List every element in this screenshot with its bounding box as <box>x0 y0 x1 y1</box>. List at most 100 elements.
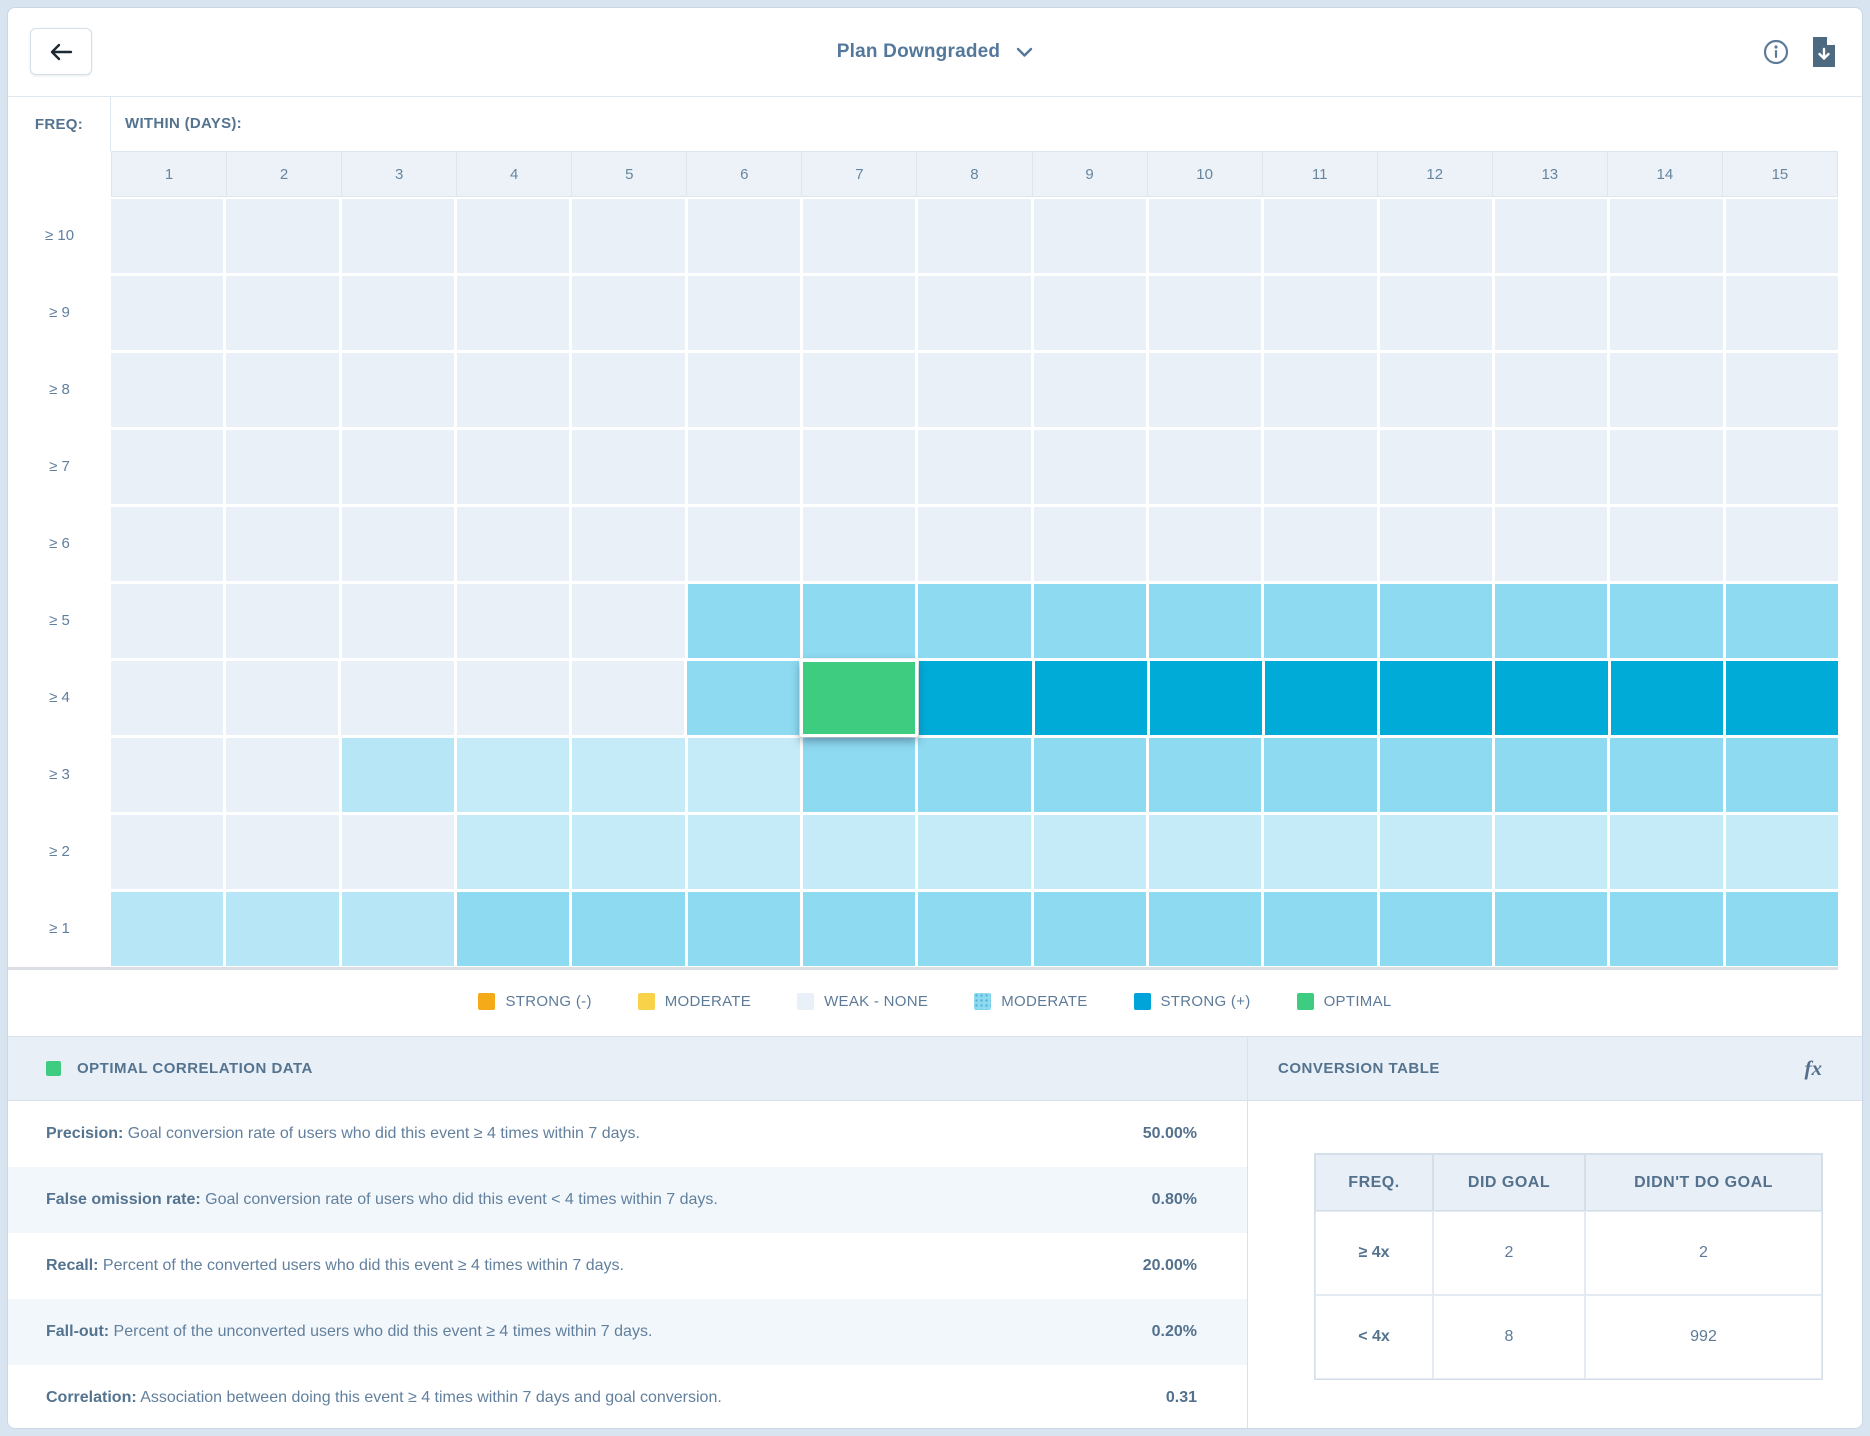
heatmap-cell[interactable] <box>1495 199 1607 273</box>
heatmap-cell[interactable] <box>803 353 915 427</box>
heatmap-cell[interactable] <box>918 430 1030 504</box>
heatmap-cell[interactable] <box>457 815 569 889</box>
heatmap-cell[interactable] <box>457 892 569 966</box>
heatmap-cell[interactable] <box>457 276 569 350</box>
heatmap-cell[interactable] <box>688 353 800 427</box>
heatmap-cell[interactable] <box>1264 892 1376 966</box>
heatmap-cell[interactable] <box>457 738 569 812</box>
heatmap-cell[interactable] <box>226 199 338 273</box>
download-icon[interactable] <box>1811 37 1836 67</box>
heatmap-cell[interactable] <box>1035 661 1147 735</box>
heatmap-cell[interactable] <box>111 353 223 427</box>
heatmap-cell[interactable] <box>1495 353 1607 427</box>
heatmap-cell[interactable] <box>1264 815 1376 889</box>
heatmap-cell[interactable] <box>1149 430 1261 504</box>
heatmap-cell[interactable] <box>1149 507 1261 581</box>
heatmap-cell[interactable] <box>1264 584 1376 658</box>
heatmap-cell[interactable] <box>1610 738 1722 812</box>
heatmap-cell[interactable] <box>1495 892 1607 966</box>
heatmap-cell[interactable] <box>1149 738 1261 812</box>
heatmap-cell[interactable] <box>111 661 223 735</box>
heatmap-cell[interactable] <box>572 738 684 812</box>
heatmap-cell[interactable] <box>342 892 454 966</box>
heatmap-cell[interactable] <box>1610 584 1722 658</box>
heatmap-cell[interactable] <box>1380 353 1492 427</box>
heatmap-cell[interactable] <box>226 430 338 504</box>
heatmap-cell[interactable] <box>342 276 454 350</box>
heatmap-cell[interactable] <box>1150 661 1262 735</box>
heatmap-cell[interactable] <box>111 738 223 812</box>
heatmap-cell[interactable] <box>688 892 800 966</box>
heatmap-cell[interactable] <box>918 199 1030 273</box>
heatmap-cell[interactable] <box>1380 276 1492 350</box>
heatmap-cell[interactable] <box>1495 584 1607 658</box>
heatmap-cell[interactable] <box>111 199 223 273</box>
heatmap-cell[interactable] <box>111 584 223 658</box>
heatmap-cell[interactable] <box>688 815 800 889</box>
heatmap-cell[interactable] <box>918 276 1030 350</box>
heatmap-cell[interactable] <box>1380 430 1492 504</box>
heatmap-cell[interactable] <box>1380 199 1492 273</box>
heatmap-cell[interactable] <box>1726 738 1838 812</box>
heatmap-cell[interactable] <box>1034 199 1146 273</box>
report-title-dropdown[interactable]: Plan Downgraded <box>8 8 1862 96</box>
heatmap-cell[interactable] <box>111 892 223 966</box>
heatmap-cell[interactable] <box>1034 507 1146 581</box>
heatmap-cell[interactable] <box>1264 353 1376 427</box>
heatmap-cell[interactable] <box>1149 353 1261 427</box>
heatmap-cell[interactable] <box>1726 584 1838 658</box>
heatmap-cell[interactable] <box>1726 199 1838 273</box>
heatmap-cell[interactable] <box>342 815 454 889</box>
heatmap-cell[interactable] <box>918 738 1030 812</box>
heatmap-cell[interactable] <box>457 584 569 658</box>
heatmap-cell[interactable] <box>1265 661 1377 735</box>
heatmap-cell[interactable] <box>688 584 800 658</box>
heatmap-cell[interactable] <box>1380 815 1492 889</box>
heatmap-cell[interactable] <box>572 507 684 581</box>
heatmap-cell[interactable] <box>226 584 338 658</box>
heatmap-cell[interactable] <box>803 738 915 812</box>
heatmap-cell[interactable] <box>1380 661 1492 735</box>
heatmap-cell[interactable] <box>342 584 454 658</box>
heatmap-cell[interactable] <box>572 584 684 658</box>
heatmap-cell[interactable] <box>226 815 338 889</box>
heatmap-cell[interactable] <box>918 815 1030 889</box>
heatmap-cell[interactable] <box>111 430 223 504</box>
heatmap-cell[interactable] <box>1610 892 1722 966</box>
heatmap-cell[interactable] <box>457 661 569 735</box>
heatmap-cell[interactable] <box>1149 199 1261 273</box>
info-icon[interactable] <box>1763 39 1789 65</box>
heatmap-cell[interactable] <box>457 507 569 581</box>
heatmap-cell[interactable] <box>688 507 800 581</box>
heatmap-cell[interactable] <box>687 661 799 735</box>
heatmap-cell[interactable] <box>572 199 684 273</box>
heatmap-cell[interactable] <box>1264 507 1376 581</box>
heatmap-cell[interactable] <box>226 507 338 581</box>
heatmap-cell[interactable] <box>1611 661 1723 735</box>
heatmap-cell[interactable] <box>457 430 569 504</box>
heatmap-cell[interactable] <box>226 353 338 427</box>
heatmap-cell[interactable] <box>688 738 800 812</box>
heatmap-cell[interactable] <box>572 815 684 889</box>
heatmap-cell[interactable] <box>919 661 1031 735</box>
heatmap-cell[interactable] <box>688 430 800 504</box>
heatmap-cell[interactable] <box>1726 661 1838 735</box>
heatmap-cell[interactable] <box>1726 507 1838 581</box>
heatmap-cell[interactable] <box>342 430 454 504</box>
heatmap-cell[interactable] <box>803 199 915 273</box>
heatmap-cell[interactable] <box>1495 815 1607 889</box>
heatmap-cell[interactable] <box>572 661 684 735</box>
heatmap-cell[interactable] <box>1380 738 1492 812</box>
heatmap-cell[interactable] <box>1149 276 1261 350</box>
heatmap-cell[interactable] <box>572 430 684 504</box>
heatmap-cell[interactable] <box>111 507 223 581</box>
heatmap-cell[interactable] <box>1264 199 1376 273</box>
heatmap-cell[interactable] <box>342 353 454 427</box>
heatmap-cell[interactable] <box>226 892 338 966</box>
heatmap-cell[interactable] <box>572 353 684 427</box>
heatmap-cell[interactable] <box>342 199 454 273</box>
heatmap-cell[interactable] <box>1034 353 1146 427</box>
heatmap-cell[interactable] <box>803 507 915 581</box>
heatmap-cell[interactable] <box>1610 276 1722 350</box>
heatmap-cell[interactable] <box>1610 353 1722 427</box>
